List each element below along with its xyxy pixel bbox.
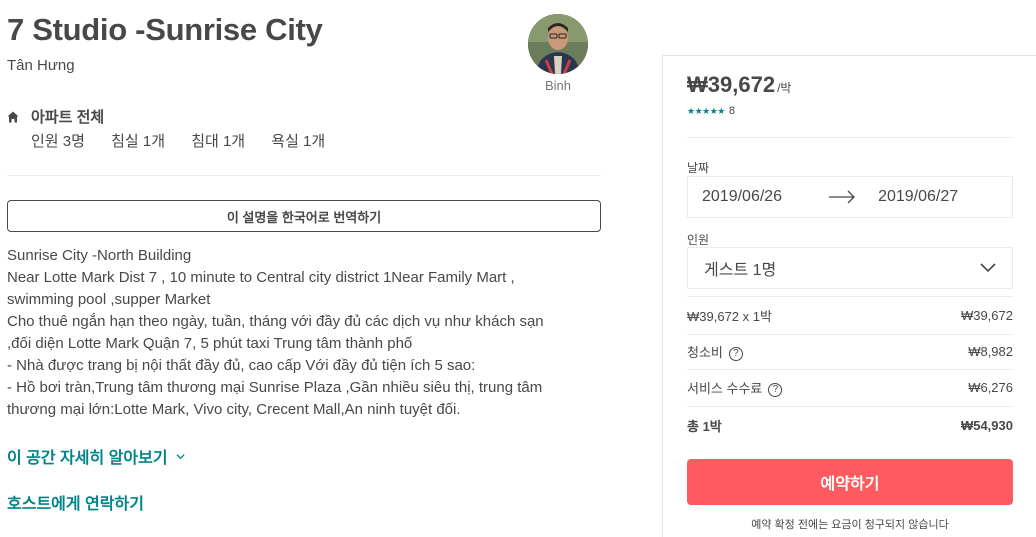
bedrooms-count: 침실 1개 bbox=[111, 133, 166, 150]
review-count: 8 bbox=[728, 105, 735, 117]
guest-select[interactable]: 게스트 1명 bbox=[687, 247, 1013, 289]
line-value: ₩8,982 bbox=[968, 344, 1013, 359]
chevron-down-icon bbox=[980, 263, 996, 273]
card-divider bbox=[687, 296, 1013, 297]
nightly-price: ₩39,672 bbox=[687, 72, 776, 97]
beds-count: 침대 1개 bbox=[191, 133, 246, 150]
line-value: ₩6,276 bbox=[968, 380, 1013, 395]
card-divider bbox=[687, 406, 1013, 407]
host-profile[interactable]: Binh bbox=[527, 14, 589, 93]
star-rating-icon: ★★★★★ bbox=[687, 105, 725, 116]
total-value: ₩54,930 bbox=[960, 418, 1013, 433]
card-divider bbox=[687, 369, 1013, 370]
price-line-cleaning: 청소비? ₩8,982 bbox=[687, 342, 1013, 361]
arrow-right-icon bbox=[829, 190, 855, 204]
description-line: Sunrise City -North Building bbox=[7, 247, 192, 264]
description-line: - Hồ bơi tràn,Trung tâm thương mại Sunri… bbox=[7, 379, 543, 396]
guest-value[interactable]: 게스트 1명 bbox=[704, 256, 776, 280]
price-line-total: 총 1박 ₩54,930 bbox=[687, 416, 1013, 435]
price-line-service: 서비스 수수료? ₩6,276 bbox=[687, 378, 1013, 397]
contact-host-link[interactable]: 호스트에게 연락하기 bbox=[7, 490, 144, 514]
listing-title: 7 Studio -Sunrise City bbox=[7, 12, 323, 47]
description-line: Near Lotte Mark Dist 7 , 10 minute to Ce… bbox=[7, 269, 515, 286]
description-line: thương mại lớn:Lotte Mark, Vivo city, Cr… bbox=[7, 401, 461, 418]
description-line: ,đối diện Lotte Mark Quận 7, 5 phút taxi… bbox=[7, 335, 413, 352]
description-line: swimming pool ,supper Market bbox=[7, 291, 211, 308]
host-photo-icon bbox=[528, 14, 588, 74]
date-label: 날짜 bbox=[687, 161, 710, 175]
rating[interactable]: ★★★★★ 8 bbox=[687, 105, 735, 117]
reserve-button[interactable]: 예약하기 bbox=[687, 459, 1013, 505]
property-type: 아파트 전체 bbox=[31, 109, 105, 126]
date-picker: 2019/06/26 2019/06/27 bbox=[687, 176, 1013, 218]
listing-description: Sunrise City -North Building Near Lotte … bbox=[7, 245, 601, 421]
read-more-label[interactable]: 이 공간 자세히 알아보기 bbox=[7, 444, 168, 468]
host-name[interactable]: Binh bbox=[527, 78, 589, 93]
booking-card: ₩39,672/박 ★★★★★ 8 날짜 2019/06/26 2019/06/… bbox=[662, 55, 1036, 537]
translate-button[interactable]: 이 설명을 한국어로 번역하기 bbox=[7, 200, 601, 232]
bathrooms-count: 욕실 1개 bbox=[271, 133, 326, 150]
line-label: 청소비 bbox=[687, 345, 723, 360]
price-row: ₩39,672/박 bbox=[687, 72, 791, 98]
amenities-list: 인원 3명 침실 1개 침대 1개 욕실 1개 bbox=[31, 130, 347, 151]
help-icon[interactable]: ? bbox=[728, 346, 743, 361]
line-label: 서비스 수수료 bbox=[687, 381, 763, 396]
section-divider bbox=[7, 175, 601, 176]
help-icon[interactable]: ? bbox=[768, 382, 783, 397]
card-divider bbox=[687, 137, 1013, 138]
listing-city: Tân Hưng bbox=[7, 57, 75, 74]
home-icon bbox=[7, 111, 19, 123]
guests-count: 인원 3명 bbox=[31, 133, 85, 150]
host-avatar[interactable] bbox=[528, 14, 588, 74]
description-line: Cho thuê ngắn hạn theo ngày, tuần, tháng… bbox=[7, 313, 544, 330]
guest-label: 인원 bbox=[687, 233, 710, 247]
checkin-date[interactable]: 2019/06/26 bbox=[702, 188, 782, 206]
chevron-down-icon bbox=[175, 453, 185, 459]
line-label: ₩39,672 x 1박 bbox=[687, 309, 772, 324]
line-value: ₩39,672 bbox=[960, 308, 1013, 323]
card-divider bbox=[687, 334, 1013, 335]
price-line-nightly: ₩39,672 x 1박 ₩39,672 bbox=[687, 306, 1013, 325]
checkout-date[interactable]: 2019/06/27 bbox=[878, 188, 958, 206]
total-label: 총 1박 bbox=[687, 419, 722, 434]
description-line: - Nhà được trang bị nội thất đầy đủ, cao… bbox=[7, 357, 476, 374]
read-more-link[interactable]: 이 공간 자세히 알아보기 bbox=[7, 444, 185, 468]
per-night-label: /박 bbox=[777, 81, 792, 95]
no-charge-note: 예약 확정 전에는 요금이 청구되지 않습니다 bbox=[751, 519, 949, 531]
